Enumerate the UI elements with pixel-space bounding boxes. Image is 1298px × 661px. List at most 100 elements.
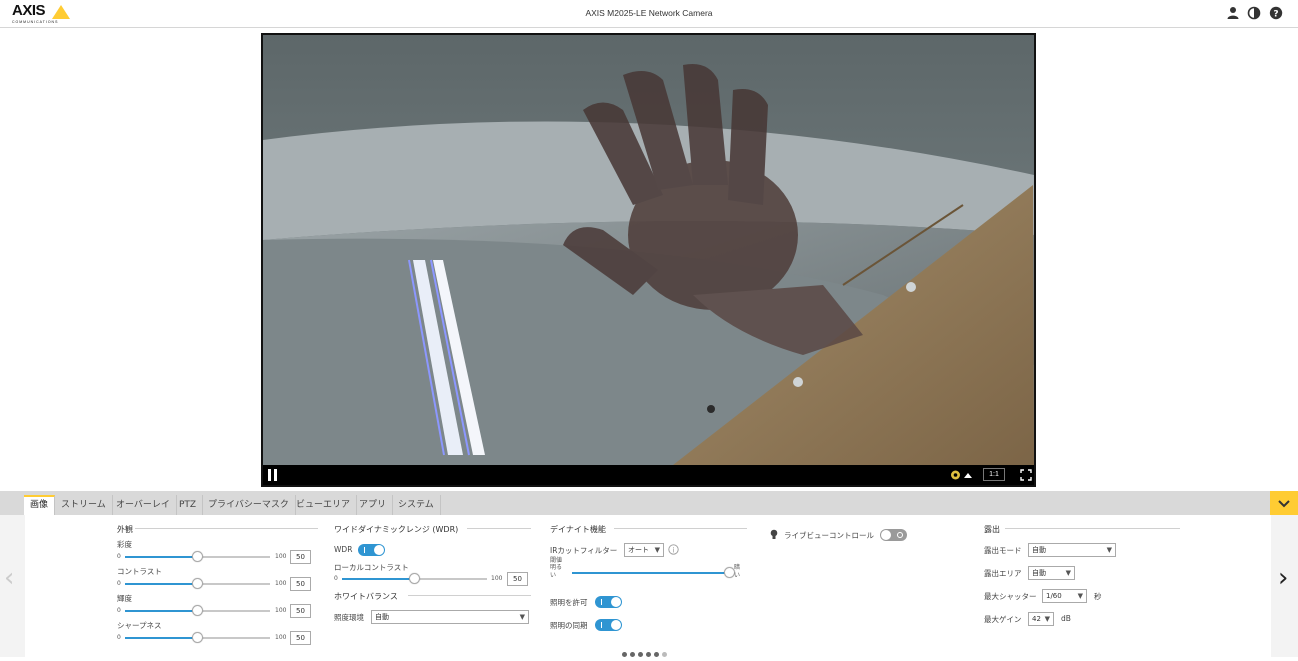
video-controls-bar: 1:1 (263, 465, 1034, 485)
page-dot[interactable] (622, 652, 627, 657)
tab-ptz[interactable]: PTZ (173, 495, 204, 515)
slider-min: 0 (117, 580, 121, 587)
slider-knob[interactable] (192, 551, 203, 562)
allow-light-toggle[interactable] (595, 596, 622, 608)
max-gain-select[interactable]: 42 ▼ (1028, 612, 1054, 626)
ir-filter-select[interactable]: オート ▼ (624, 543, 664, 557)
saturation-value[interactable]: 50 (290, 550, 311, 564)
page-title: AXIS M2025-LE Network Camera (585, 8, 713, 18)
sync-light-toggle[interactable] (595, 619, 622, 631)
camera-image (263, 35, 1034, 465)
page-indicator (622, 642, 670, 661)
exposure-title: 露出 (984, 525, 1000, 534)
pause-icon[interactable] (268, 469, 278, 481)
wdr-label: WDR (334, 545, 353, 554)
slider-knob[interactable] (192, 578, 203, 589)
contrast-icon[interactable] (1247, 6, 1261, 20)
page-dot[interactable] (638, 652, 643, 657)
slider-min: 0 (334, 575, 338, 582)
svg-text:i: i (673, 547, 675, 555)
page-dot[interactable] (662, 652, 667, 657)
max-gain-label: 最大ゲイン (984, 615, 1022, 624)
prev-page-arrow[interactable]: ‹ (4, 565, 14, 591)
page-dot[interactable] (654, 652, 659, 657)
collapse-panel-button[interactable] (1270, 491, 1298, 515)
max-shutter-label: 最大シャッター (984, 592, 1037, 601)
bright-label: 明る い (550, 564, 563, 579)
slider-max: 100 (275, 580, 287, 587)
live-view-control-toggle[interactable] (880, 529, 907, 541)
sharpness-slider[interactable] (125, 632, 270, 643)
threshold-label: 閾値 (550, 557, 563, 564)
light-env-label: 照度環境 (334, 613, 364, 622)
tab-stream[interactable]: ストリーム (55, 495, 113, 515)
slider-max: 100 (275, 607, 287, 614)
saturation-slider[interactable] (125, 551, 270, 562)
tab-system[interactable]: システム (392, 495, 441, 515)
svg-text:?: ? (1273, 9, 1278, 19)
live-video-view[interactable]: 1:1 (261, 33, 1036, 487)
local-contrast-value[interactable]: 50 (507, 572, 528, 586)
divider (467, 528, 531, 529)
allow-light-label: 照明を許可 (550, 598, 588, 607)
tab-overlay[interactable]: オーバーレイ (110, 495, 177, 515)
help-icon[interactable]: ? (1269, 6, 1283, 20)
shutter-unit: 秒 (1094, 592, 1102, 601)
page-dot[interactable] (646, 652, 651, 657)
divider (614, 528, 747, 529)
wdr-toggle[interactable] (358, 544, 385, 556)
chevron-down-icon (1278, 500, 1290, 508)
divider (135, 528, 318, 529)
appearance-title: 外観 (117, 525, 133, 534)
slider-knob[interactable] (409, 573, 420, 584)
contrast-value[interactable]: 50 (290, 577, 311, 591)
slider-max: 100 (491, 575, 503, 582)
slider-min: 0 (117, 553, 121, 560)
next-page-arrow[interactable]: › (1278, 565, 1288, 591)
tab-privacy-mask[interactable]: プライバシーマスク (202, 495, 296, 515)
exposure-area-label: 露出エリア (984, 569, 1022, 578)
saturation-label: 彩度 (117, 540, 132, 549)
live-view-control-label: ライブビューコントロール (784, 531, 874, 540)
slider-max: 100 (275, 553, 287, 560)
light-env-select[interactable]: 自動 ▼ (371, 610, 529, 624)
max-shutter-select[interactable]: 1/60 ▼ (1042, 589, 1087, 603)
tab-image[interactable]: 画像 (24, 495, 56, 515)
tab-apps[interactable]: アプリ (353, 495, 394, 515)
contrast-label: コントラスト (117, 567, 162, 576)
day-night-title: デイナイト機能 (550, 525, 606, 534)
ratio-button[interactable]: 1:1 (983, 468, 1005, 481)
fullscreen-icon[interactable] (1020, 469, 1032, 481)
sharpness-label: シャープネス (117, 621, 162, 630)
info-icon[interactable]: i (668, 544, 679, 555)
white-balance-title: ホワイトバランス (334, 592, 398, 601)
brightness-slider[interactable] (125, 605, 270, 616)
brightness-value[interactable]: 50 (290, 604, 311, 618)
divider (408, 595, 531, 596)
settings-icon[interactable] (949, 468, 973, 482)
page-dot[interactable] (630, 652, 635, 657)
slider-min: 0 (117, 634, 121, 641)
slider-knob[interactable] (192, 632, 203, 643)
sync-light-label: 照明の同期 (550, 621, 588, 630)
divider (1005, 528, 1180, 529)
app-header: AXIS COMMUNICATIONS AXIS M2025-LE Networ… (0, 0, 1298, 28)
user-icon[interactable] (1226, 6, 1240, 20)
threshold-slider[interactable] (572, 567, 735, 578)
slider-min: 0 (117, 607, 121, 614)
tab-bar: 画像 ストリーム オーバーレイ PTZ プライバシーマスク ビューエリア アプリ… (0, 491, 1298, 515)
contrast-slider[interactable] (125, 578, 270, 589)
slider-knob[interactable] (192, 605, 203, 616)
sharpness-value[interactable]: 50 (290, 631, 311, 645)
exposure-mode-label: 露出モード (984, 546, 1022, 555)
wdr-title: ワイドダイナミックレンジ (WDR) (334, 525, 459, 534)
logo-tagline: COMMUNICATIONS (12, 20, 59, 24)
tab-view-area[interactable]: ビューエリア (290, 495, 358, 515)
brightness-label: 輝度 (117, 594, 132, 603)
local-contrast-label: ローカルコントラスト (334, 563, 409, 572)
exposure-area-select[interactable]: 自動 ▼ (1028, 566, 1075, 580)
gain-unit: dB (1061, 614, 1071, 623)
local-contrast-slider[interactable] (342, 573, 487, 584)
slider-max: 100 (275, 634, 287, 641)
exposure-mode-select[interactable]: 自動 ▼ (1028, 543, 1116, 557)
